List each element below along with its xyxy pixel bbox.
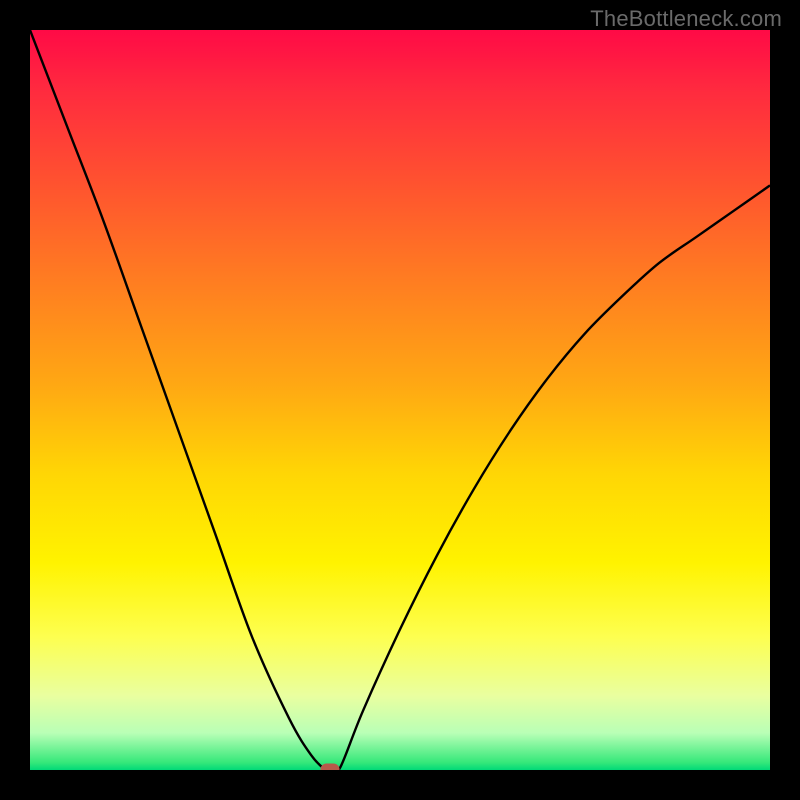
bottleneck-curve bbox=[30, 30, 770, 770]
plot-area bbox=[30, 30, 770, 770]
curve-svg bbox=[30, 30, 770, 770]
watermark-text: TheBottleneck.com bbox=[590, 6, 782, 32]
min-marker bbox=[320, 764, 339, 771]
